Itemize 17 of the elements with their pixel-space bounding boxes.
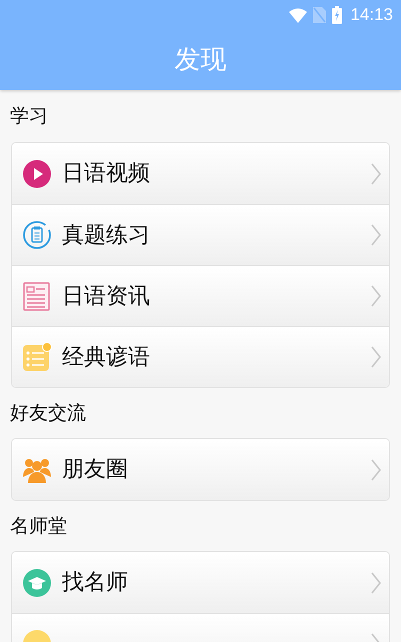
menu-item[interactable]: 找名师 [12, 552, 389, 613]
menu-item[interactable]: 朋友圈 [12, 439, 389, 500]
section-title: 好友交流 [10, 400, 86, 426]
menu-label: 日语资讯 [62, 282, 150, 310]
status-time: 14:13 [350, 4, 393, 26]
menu-item[interactable]: 经典谚语 [12, 326, 389, 387]
page-title: 发现 [174, 44, 226, 76]
menu-label: 真题练习 [62, 222, 150, 250]
menu-item[interactable]: 日语视频 [12, 143, 389, 204]
menu-label: 朋友圈 [62, 456, 128, 484]
section-title: 学习 [10, 104, 48, 129]
section-title: 名师堂 [10, 514, 67, 539]
menu-item[interactable]: 真题练习 [12, 204, 389, 265]
menu-item[interactable]: 日语资讯 [12, 265, 389, 326]
menu-label: 经典谚语 [62, 344, 150, 372]
menu-label: 找名师 [62, 569, 128, 597]
menu-label: 日语视频 [62, 160, 150, 188]
